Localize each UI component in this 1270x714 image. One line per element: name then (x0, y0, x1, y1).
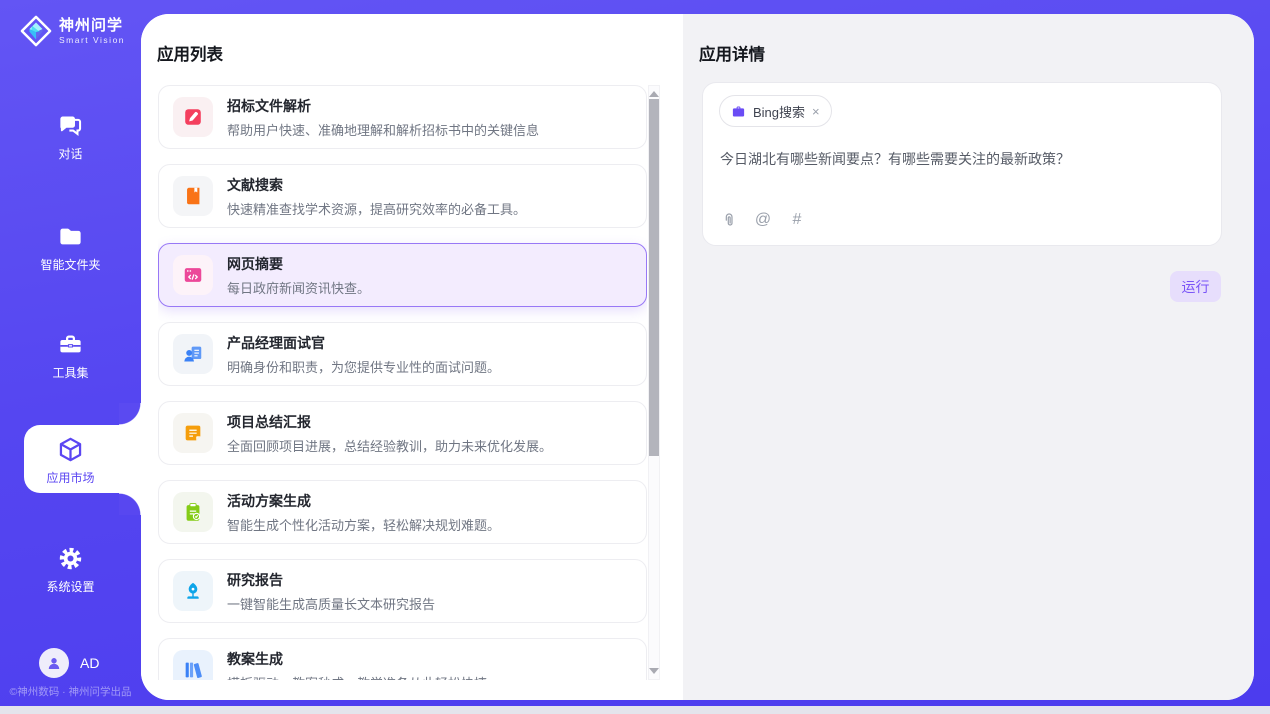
run-button[interactable]: 运行 (1170, 271, 1221, 302)
brand-subtitle: Smart Vision (59, 35, 125, 45)
avatar (39, 648, 69, 678)
toolbox-icon (57, 331, 84, 358)
hash-icon[interactable]: # (788, 211, 806, 229)
app-card-title: 研究报告 (227, 570, 435, 590)
tool-chip-label: Bing搜索 (753, 102, 805, 121)
sidebar-item-app-market[interactable]: 应用市场 (0, 436, 141, 487)
copyright-text: ©神州数码 · 神州问学出品 (0, 684, 141, 699)
interviewer-icon (173, 334, 213, 374)
app-root: 神州问学 Smart Vision 对话 智能文件夹 工具集 应用市场 系统设置… (0, 0, 1270, 714)
mention-icon[interactable]: @ (754, 211, 772, 229)
app-list-panel: 应用列表 招标文件解析 帮助用户快速、准确地理解和解析招标书中的关键信息 文献搜… (141, 14, 683, 700)
prompt-text[interactable]: 今日湖北有哪些新闻要点？有哪些需要关注的最新政策？ (720, 149, 1201, 170)
app-detail-title: 应用详情 (699, 41, 765, 65)
app-list-title: 应用列表 (157, 41, 223, 65)
app-card-description: 帮助用户快速、准确地理解和解析招标书中的关键信息 (227, 120, 539, 139)
user-initials: AD (80, 655, 99, 671)
app-card-title: 招标文件解析 (227, 96, 539, 116)
app-list: 招标文件解析 帮助用户快速、准确地理解和解析招标书中的关键信息 文献搜索 快速精… (158, 85, 647, 680)
list-scrollbar[interactable] (648, 85, 660, 680)
app-card[interactable]: 文献搜索 快速精准查找学术资源，提高研究效率的必备工具。 (158, 164, 647, 228)
user-badge[interactable]: AD (39, 648, 99, 678)
books-icon (173, 650, 213, 680)
app-card[interactable]: 项目总结汇报 全面回顾项目进展，总结经验教训，助力未来优化发展。 (158, 401, 647, 465)
app-card[interactable]: 产品经理面试官 明确身份和职责，为您提供专业性的面试问题。 (158, 322, 647, 386)
book-icon (173, 176, 213, 216)
scrollbar-thumb[interactable] (649, 99, 659, 456)
ink-icon (173, 571, 213, 611)
app-card-title: 产品经理面试官 (227, 333, 500, 353)
brand-name: 神州问学 (59, 17, 125, 35)
sidebar-item-settings[interactable]: 系统设置 (0, 545, 141, 596)
sidebar-item-label: 工具集 (52, 366, 88, 380)
edit-doc-icon (173, 97, 213, 137)
app-card[interactable]: 研究报告 一键智能生成高质量长文本研究报告 (158, 559, 647, 623)
app-card-description: 一键智能生成高质量长文本研究报告 (227, 594, 435, 613)
app-card-title: 教案生成 (227, 649, 487, 669)
sidebar-item-label: 对话 (58, 147, 82, 161)
app-card-title: 网页摘要 (227, 254, 370, 274)
folder-icon (57, 223, 84, 250)
note-icon (173, 413, 213, 453)
app-card-title: 项目总结汇报 (227, 412, 552, 432)
cube-icon (57, 436, 84, 463)
sidebar-item-label: 系统设置 (46, 580, 94, 594)
app-card-description: 模板驱动，教案秒成，教学准备从此轻松快捷 (227, 673, 487, 681)
sidebar-item-chat[interactable]: 对话 (0, 112, 141, 163)
app-card-title: 文献搜索 (227, 175, 526, 195)
tab-curve-bottom (119, 493, 141, 515)
scroll-up-arrow[interactable] (649, 91, 659, 97)
diamond-logo-icon (20, 15, 52, 47)
tool-chip-bing-search[interactable]: Bing搜索 × (719, 95, 832, 127)
prompt-card: Bing搜索 × 今日湖北有哪些新闻要点？有哪些需要关注的最新政策？ @# (702, 82, 1222, 246)
sidebar-item-toolkit[interactable]: 工具集 (0, 331, 141, 382)
app-card-description: 智能生成个性化活动方案，轻松解决规划难题。 (227, 515, 500, 534)
sidebar: 神州问学 Smart Vision 对话 智能文件夹 工具集 应用市场 系统设置… (0, 0, 141, 706)
scroll-down-arrow[interactable] (649, 668, 659, 674)
app-card-title: 活动方案生成 (227, 491, 500, 511)
app-card-description: 每日政府新闻资讯快查。 (227, 278, 370, 297)
bottom-strip (0, 706, 1270, 714)
app-card-description: 明确身份和职责，为您提供专业性的面试问题。 (227, 357, 500, 376)
sidebar-item-label: 智能文件夹 (40, 258, 100, 272)
app-card-description: 快速精准查找学术资源，提高研究效率的必备工具。 (227, 199, 526, 218)
chat-icon (57, 112, 84, 139)
web-code-icon (173, 255, 213, 295)
prompt-toolbar: @# (720, 211, 806, 229)
content-shell: 应用列表 招标文件解析 帮助用户快速、准确地理解和解析招标书中的关键信息 文献搜… (141, 14, 1254, 700)
app-card[interactable]: 网页摘要 每日政府新闻资讯快查。 (158, 243, 647, 307)
sidebar-item-label: 应用市场 (46, 471, 94, 485)
chip-close-icon[interactable]: × (812, 105, 820, 118)
tab-curve-top (119, 403, 141, 425)
clipboard-icon (173, 492, 213, 532)
app-card[interactable]: 教案生成 模板驱动，教案秒成，教学准备从此轻松快捷 (158, 638, 647, 680)
briefcase-icon (731, 104, 746, 119)
sidebar-item-smart-folder[interactable]: 智能文件夹 (0, 223, 141, 274)
app-detail-panel: 应用详情 Bing搜索 × 今日湖北有哪些新闻要点？有哪些需要关注的最新政策？ … (683, 14, 1254, 700)
brand-logo: 神州问学 Smart Vision (20, 15, 125, 47)
app-card[interactable]: 活动方案生成 智能生成个性化活动方案，轻松解决规划难题。 (158, 480, 647, 544)
app-card[interactable]: 招标文件解析 帮助用户快速、准确地理解和解析招标书中的关键信息 (158, 85, 647, 149)
gear-icon (57, 545, 84, 572)
attachment-icon[interactable] (720, 211, 738, 229)
app-card-description: 全面回顾项目进展，总结经验教训，助力未来优化发展。 (227, 436, 552, 455)
